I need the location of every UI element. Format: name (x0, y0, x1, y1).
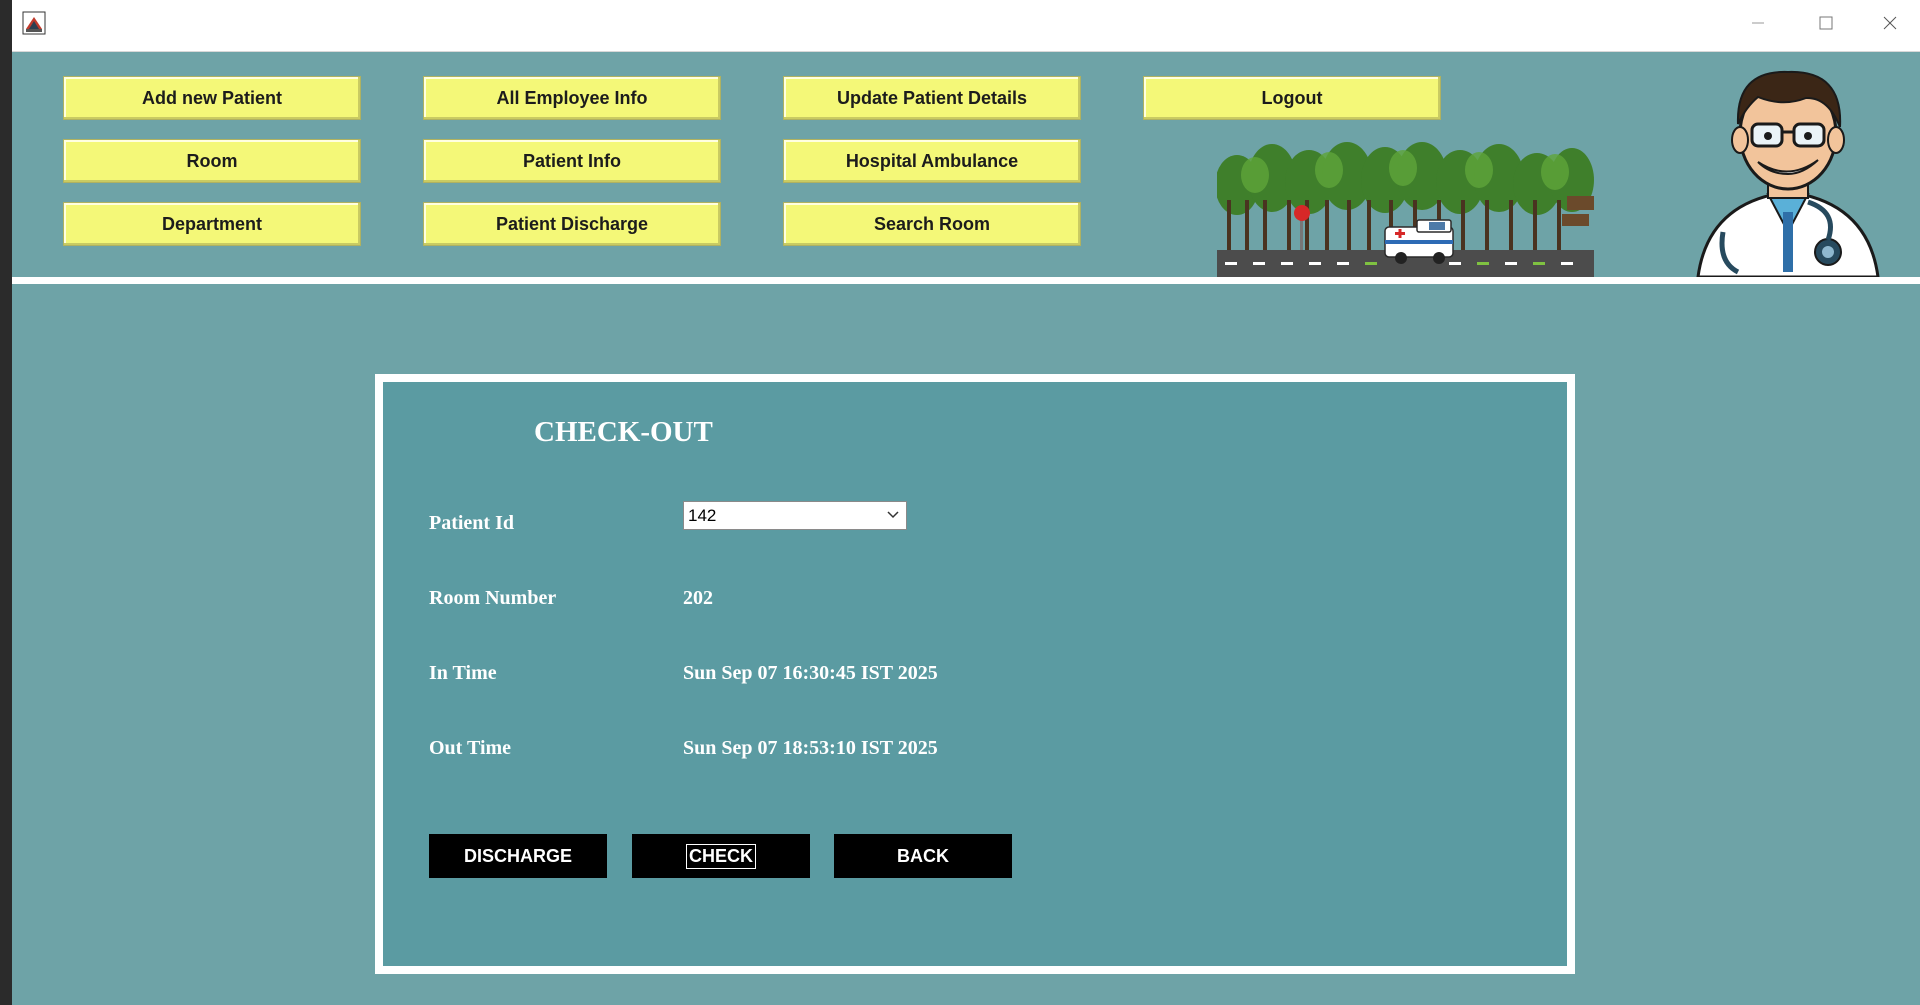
check-button-label: CHECK (685, 843, 756, 869)
doctor-illustration (1696, 70, 1880, 277)
add-new-patient-button[interactable]: Add new Patient (63, 76, 361, 120)
window-titlebar (12, 0, 1920, 52)
patient-id-selected-value: 142 (688, 505, 717, 525)
back-button[interactable]: BACK (834, 834, 1012, 878)
room-number-value: 202 (683, 587, 713, 609)
checkout-panel: CHECK-OUT Patient Id 142 Room Number 202… (375, 374, 1575, 974)
close-icon (1883, 16, 1897, 30)
maximize-button[interactable] (1798, 6, 1854, 40)
patient-id-select[interactable]: 142 (683, 501, 907, 530)
header-divider (12, 277, 1920, 284)
out-time-label: Out Time (429, 737, 512, 759)
in-time-label: In Time (429, 662, 497, 684)
out-time-value: Sun Sep 07 18:53:10 IST 2025 (683, 737, 938, 759)
hospital-app-window: Add new Patient All Employee Info Update… (12, 0, 1920, 1005)
patient-id-label: Patient Id (429, 512, 514, 534)
update-patient-details-button[interactable]: Update Patient Details (783, 76, 1081, 120)
patient-discharge-button[interactable]: Patient Discharge (423, 202, 721, 246)
logout-button[interactable]: Logout (1143, 76, 1441, 120)
chevron-down-icon (887, 511, 899, 519)
close-button[interactable] (1862, 6, 1918, 40)
hospital-ambulance-button[interactable]: Hospital Ambulance (783, 139, 1081, 183)
in-time-value: Sun Sep 07 16:30:45 IST 2025 (683, 662, 938, 684)
maximize-icon (1819, 16, 1833, 30)
room-number-label: Room Number (429, 587, 557, 609)
java-app-icon (22, 11, 46, 35)
minimize-icon (1752, 22, 1764, 24)
all-employee-info-button[interactable]: All Employee Info (423, 76, 721, 120)
check-button[interactable]: CHECK (632, 834, 810, 878)
minimize-button[interactable] (1730, 6, 1786, 40)
page-title: CHECK-OUT (534, 416, 713, 448)
search-room-button[interactable]: Search Room (783, 202, 1081, 246)
room-button[interactable]: Room (63, 139, 361, 183)
discharge-button[interactable]: DISCHARGE (429, 834, 607, 878)
department-button[interactable]: Department (63, 202, 361, 246)
ambulance-banner-image (1217, 140, 1594, 277)
patient-info-button[interactable]: Patient Info (423, 139, 721, 183)
